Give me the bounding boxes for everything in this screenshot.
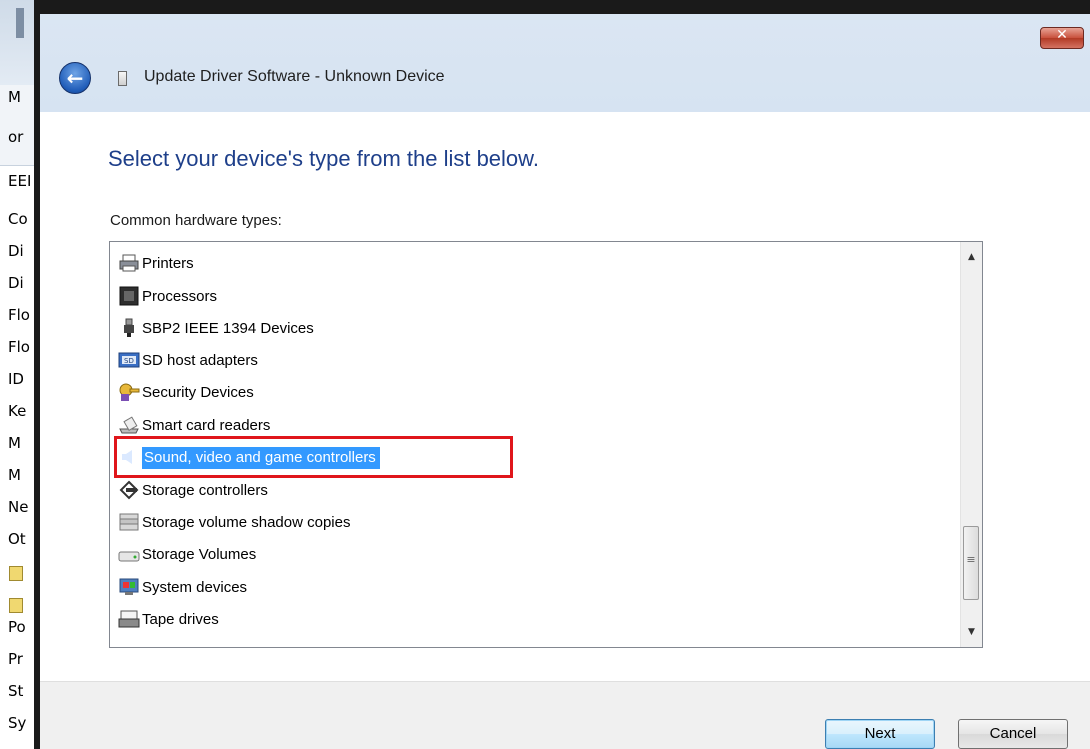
scroll-thumb[interactable]: ≡ [963, 526, 979, 600]
list-item-label: Smart card readers [142, 417, 271, 434]
hardware-types-list[interactable]: Printers Processors SBP2 IEEE 1394 Devices… [109, 241, 983, 648]
tape-drive-icon [118, 609, 140, 629]
list-item-label: Tape drives [142, 611, 219, 628]
background-list-item: Flo [8, 338, 30, 356]
background-list-item: Ke [8, 402, 27, 420]
printer-icon [118, 253, 140, 273]
speaker-icon [118, 447, 140, 467]
list-item-label: System devices [142, 579, 248, 596]
background-list-item: Po [8, 618, 26, 636]
list-item-label: Storage volume shadow copies [142, 514, 351, 531]
list-item-label: Printers [142, 255, 194, 272]
list-item[interactable]: Storage Volumes [118, 542, 256, 568]
close-button[interactable]: ✕ [1040, 27, 1084, 49]
list-item-label: SD host adapters [142, 352, 258, 369]
list-item[interactable]: System devices [118, 575, 247, 601]
list-label: Common hardware types: [110, 212, 282, 229]
background-list-item: Ne [8, 498, 29, 516]
list-item[interactable]: Storage volume shadow copies [118, 510, 350, 536]
list-item-label: Sound, video and game controllers [142, 447, 380, 469]
svg-text:SD: SD [124, 357, 134, 365]
background-warning-icon [9, 598, 23, 613]
background-list-item: M [8, 466, 21, 484]
background-window: Mor EEI Co Di Di Flo Flo ID Ke M M Ne Ot Po Pr St Sy [0, 0, 40, 749]
processor-icon [118, 286, 140, 306]
background-list-item: Ot [8, 530, 26, 548]
drive-icon [118, 544, 140, 564]
smart-card-reader-icon [118, 415, 140, 435]
background-list-item: Di [8, 274, 24, 292]
background-grip-icon [16, 8, 24, 38]
background-list-item: Pr [8, 650, 23, 668]
background-list-item: Co [8, 210, 28, 228]
title-bar: ✕ ← Update Driver Software - Unknown Dev… [40, 0, 1090, 112]
next-button[interactable]: Next [825, 719, 935, 749]
background-list-item: EEI [8, 172, 32, 190]
close-icon: ✕ [1056, 27, 1068, 43]
update-driver-dialog: ✕ ← Update Driver Software - Unknown Dev… [40, 0, 1090, 749]
list-item-label: Security Devices [142, 384, 254, 401]
list-item[interactable]: Printers [118, 251, 194, 277]
list-item-label: Storage controllers [142, 482, 268, 499]
list-item[interactable]: Sound, video and game controllers [118, 445, 380, 471]
background-list-item: St [8, 682, 24, 700]
background-list-item: M [8, 434, 21, 452]
security-key-icon [118, 382, 140, 402]
list-item-label: Storage Volumes [142, 546, 257, 563]
background-list-item: or [8, 128, 24, 146]
storage-controller-icon [118, 480, 140, 500]
background-list-item: ID [8, 370, 24, 388]
background-warning-icon [9, 566, 23, 581]
list-items: Printers Processors SBP2 IEEE 1394 Devices… [110, 242, 960, 647]
scroll-down-arrow-icon[interactable]: ▼ [961, 621, 982, 643]
list-scrollbar[interactable]: ▲ ≡ ▼ [960, 242, 982, 647]
list-item[interactable]: Tape drives [118, 607, 219, 633]
shadow-copy-icon [118, 512, 140, 532]
list-item-label: SBP2 IEEE 1394 Devices [142, 320, 314, 337]
window-title: Update Driver Software - Unknown Device [144, 68, 445, 85]
grip-icon: ≡ [966, 553, 976, 566]
list-item[interactable]: SD SD host adapters [118, 348, 258, 374]
list-item[interactable]: Storage controllers [118, 478, 268, 504]
list-item[interactable]: Smart card readers [118, 413, 270, 439]
sd-card-icon: SD [118, 350, 140, 370]
list-item[interactable]: Processors [118, 284, 217, 310]
list-item[interactable]: SBP2 IEEE 1394 Devices [118, 316, 314, 342]
title-bar-strip [40, 0, 1090, 14]
device-icon [118, 71, 127, 86]
list-item-label: Processors [142, 288, 218, 305]
back-arrow-icon: ← [66, 66, 84, 90]
background-list-item: Flo [8, 306, 30, 324]
system-device-icon [118, 577, 140, 597]
cancel-button[interactable]: Cancel [958, 719, 1068, 749]
background-list-item: Sy [8, 714, 27, 732]
main-instruction: Select your device's type from the list … [108, 146, 539, 171]
back-button[interactable]: ← [59, 62, 91, 94]
background-list-item: Di [8, 242, 24, 260]
firewire-plug-icon [118, 318, 140, 338]
scroll-up-arrow-icon[interactable]: ▲ [961, 246, 982, 268]
list-item[interactable]: Security Devices [118, 380, 254, 406]
background-list-item: M [8, 88, 21, 106]
